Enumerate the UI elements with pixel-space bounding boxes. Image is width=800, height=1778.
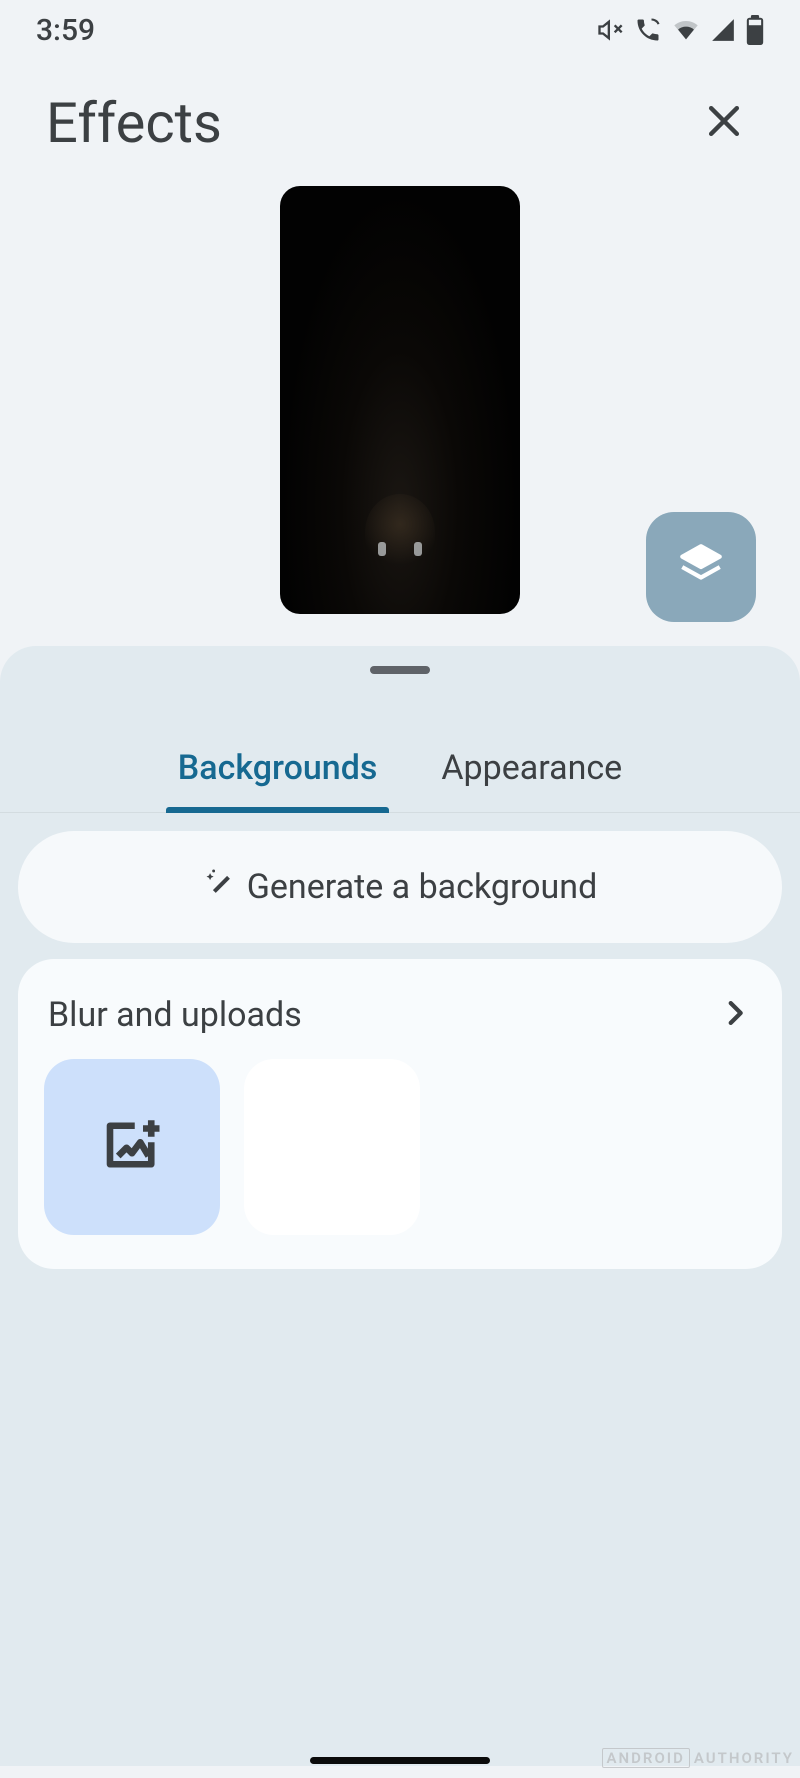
status-time: 3:59 xyxy=(36,13,95,48)
blur-uploads-title: Blur and uploads xyxy=(48,995,302,1035)
thumbnail-row xyxy=(44,1059,756,1235)
mute-icon xyxy=(596,16,624,44)
wifi-calling-icon xyxy=(634,16,662,44)
upload-image-button[interactable] xyxy=(44,1059,220,1235)
battery-icon xyxy=(746,15,764,45)
layers-button[interactable] xyxy=(646,512,756,622)
tabs: Backgrounds Appearance xyxy=(0,734,800,813)
page-header: Effects xyxy=(0,60,800,176)
chevron-right-icon xyxy=(718,996,752,1034)
magic-wand-icon xyxy=(203,866,237,909)
sheet-drag-handle[interactable] xyxy=(370,666,430,674)
video-preview-area xyxy=(0,176,800,646)
gesture-bar[interactable] xyxy=(310,1757,490,1764)
page-title: Effects xyxy=(46,90,222,156)
status-bar: 3:59 xyxy=(0,0,800,60)
close-icon xyxy=(702,128,746,147)
generate-background-button[interactable]: Generate a background xyxy=(18,831,782,943)
status-icons-group xyxy=(596,15,764,45)
tab-backgrounds[interactable]: Backgrounds xyxy=(170,734,386,812)
effects-bottom-sheet: Backgrounds Appearance Generate a backgr… xyxy=(0,646,800,1766)
add-image-icon xyxy=(99,1112,165,1182)
video-preview xyxy=(280,186,520,614)
layers-icon xyxy=(676,540,726,594)
blur-uploads-header[interactable]: Blur and uploads xyxy=(44,989,756,1059)
cellular-icon xyxy=(710,17,736,43)
generate-background-label: Generate a background xyxy=(247,867,598,907)
background-thumbnail[interactable] xyxy=(244,1059,420,1235)
watermark: ANDROID AUTHORITY xyxy=(602,1748,794,1768)
tab-appearance[interactable]: Appearance xyxy=(433,734,630,812)
close-button[interactable] xyxy=(694,91,754,155)
blur-uploads-section: Blur and uploads xyxy=(18,959,782,1269)
wifi-icon xyxy=(672,16,700,44)
